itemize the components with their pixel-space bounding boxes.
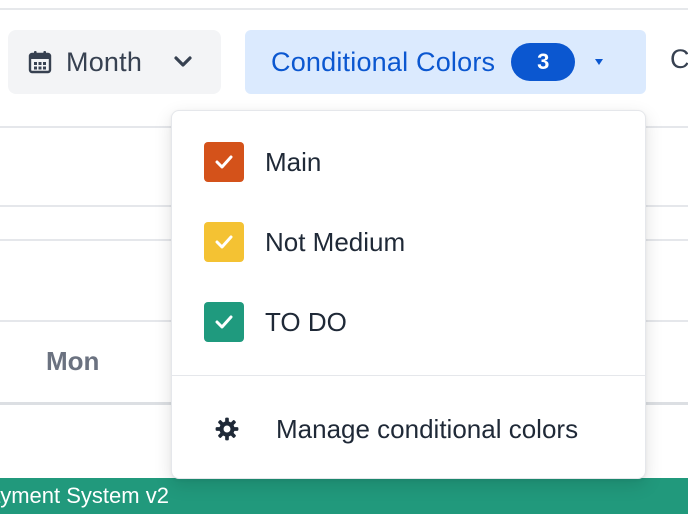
conditional-color-label: Not Medium — [265, 226, 406, 257]
month-view-button[interactable]: Month — [8, 30, 221, 94]
top-divider — [0, 8, 688, 10]
checkbox-checked-icon[interactable] — [204, 302, 244, 342]
manage-conditional-colors-item[interactable]: Manage conditional colors — [172, 397, 645, 461]
dropdown-divider — [172, 375, 645, 376]
conditional-colors-dropdown: Main Not Medium TO DO Manage conditional… — [171, 110, 646, 479]
conditional-colors-label: Conditional Colors — [271, 46, 496, 77]
conditional-colors-button[interactable]: Conditional Colors 3 — [245, 30, 646, 94]
calendar-page: Month Conditional Colors 3 C Mon ayment … — [0, 0, 688, 514]
chevron-down-icon — [173, 52, 193, 72]
calendar-event-title: ayment System v2 — [0, 483, 169, 508]
conditional-color-item-not-medium[interactable]: Not Medium — [172, 202, 645, 282]
caret-down-icon — [593, 56, 605, 68]
next-toolbar-button-clipped[interactable]: C — [670, 44, 688, 75]
manage-conditional-colors-label: Manage conditional colors — [276, 413, 579, 444]
conditional-color-item-main[interactable]: Main — [172, 122, 645, 202]
day-header-mon: Mon — [46, 346, 100, 376]
conditional-colors-count-badge: 3 — [511, 43, 576, 81]
calendar-event-bar[interactable]: ayment System v2 — [0, 478, 688, 514]
month-view-label: Month — [66, 46, 143, 77]
conditional-color-item-todo[interactable]: TO DO — [172, 282, 645, 362]
checkbox-checked-icon[interactable] — [204, 222, 244, 262]
calendar-icon — [28, 50, 52, 74]
gear-icon — [214, 416, 240, 442]
checkbox-checked-icon[interactable] — [204, 142, 244, 182]
conditional-color-label: TO DO — [265, 306, 347, 337]
conditional-color-label: Main — [265, 146, 322, 177]
